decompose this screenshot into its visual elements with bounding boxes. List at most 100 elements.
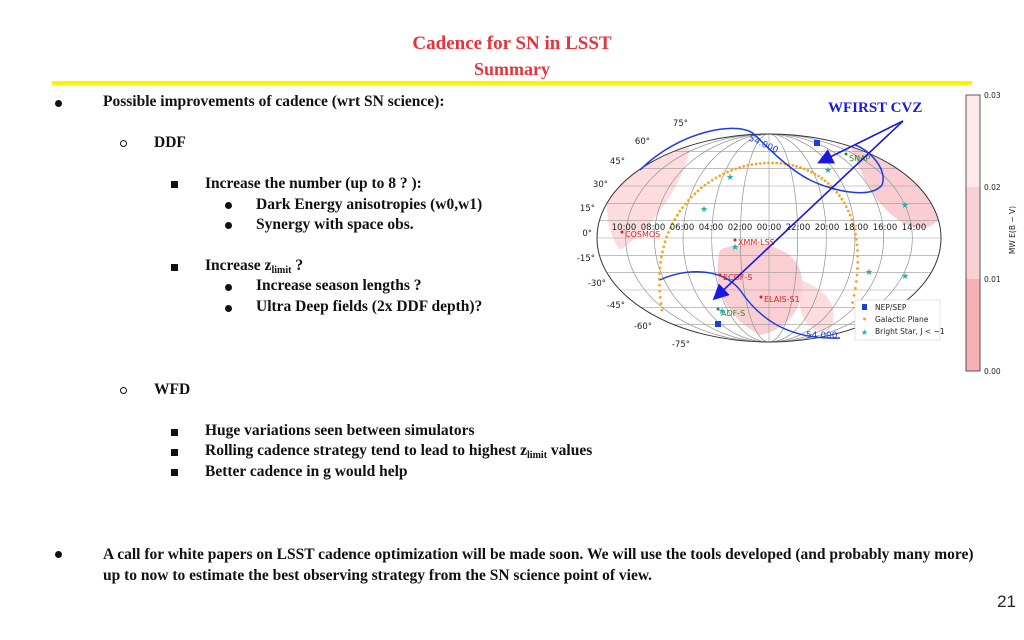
field-xmm-lss: XMM-LSS [738, 238, 775, 247]
galactic-plane-dot [855, 243, 859, 247]
galactic-plane-dot [779, 161, 783, 165]
map-legend: NEP/SEP Galactic Plane ★ Bright Star, J … [854, 299, 945, 341]
galactic-plane-dot [840, 197, 844, 201]
bullet-circle-icon [120, 387, 127, 394]
bullet-white-papers: A call for white papers on LSST cadence … [103, 546, 974, 584]
galactic-plane-dot [660, 308, 664, 312]
legend-nep-icon [862, 304, 867, 310]
galactic-plane-dot [659, 302, 663, 305]
bullet-square-icon [171, 429, 178, 436]
ra-label: 02:00 [728, 223, 753, 233]
ra-label: 06:00 [670, 223, 695, 233]
field-marker [718, 273, 722, 277]
galactic-plane-dot [742, 164, 746, 168]
bullet-ultra-deep: Ultra Deep fields (2x DDF depth)? [256, 298, 483, 315]
galactic-plane-dot [696, 189, 700, 193]
galactic-plane-dot [663, 240, 667, 244]
legend-bright-star: Bright Star, J < −1 [875, 327, 945, 336]
wfirst-cvz-annotation: WFIRST CVZ [828, 100, 923, 116]
bullet-disc-icon [225, 222, 232, 229]
legend-star-icon: ★ [861, 328, 868, 337]
field-marker [844, 152, 848, 156]
galactic-plane-dot [813, 172, 817, 176]
galactic-plane-dot [826, 182, 830, 185]
field-marker [620, 230, 624, 234]
galactic-plane-dot [854, 232, 857, 236]
colorbar-tick: 0.02 [984, 183, 1001, 192]
galactic-plane-dot [661, 250, 664, 254]
bullet-disc-icon [55, 100, 62, 107]
galactic-plane-dot [855, 273, 859, 277]
dec-label: 45° [610, 157, 625, 167]
galactic-plane-dot [844, 205, 848, 209]
galactic-plane-dot [662, 245, 666, 249]
bullet-huge-variations: Huge variations seen between simulators [205, 422, 475, 439]
galactic-plane-dot [799, 166, 802, 169]
slide-title: Cadence for SN in LSST [412, 33, 612, 54]
colorbar: 0.03 0.02 0.01 0.00 MW E(B − V) [965, 91, 1017, 376]
dec-label: -45° [607, 301, 625, 311]
galactic-plane-dot [750, 163, 754, 166]
bullet-synergy: Synergy with space obs. [256, 216, 414, 233]
bullet-ddf-number: Increase the number (up to 8 ? ): [205, 175, 422, 192]
legend-nep-sep: NEP/SEP [875, 303, 907, 312]
dec-label: -15° [577, 254, 595, 264]
dec-label: 0° [582, 229, 592, 239]
galactic-plane-dot [837, 194, 841, 198]
bright-star-icon: ★ [718, 307, 726, 317]
galactic-plane-dot [856, 254, 860, 258]
galactic-plane-dot [846, 209, 850, 213]
galactic-plane-dot [852, 293, 856, 297]
galactic-plane-dot [835, 190, 839, 194]
galactic-plane-dot [738, 166, 742, 169]
galactic-plane-dot [722, 172, 726, 176]
dec-label: 15° [580, 204, 595, 214]
bright-star-icon: ★ [901, 201, 909, 211]
galactic-plane-dot [700, 186, 703, 190]
colorbar-tick: 0.00 [984, 367, 1001, 376]
legend-galactic-icon [863, 317, 866, 321]
galactic-plane-dot [850, 218, 854, 222]
bullet-zlimit: Increase zlimit ? [205, 257, 303, 276]
zlimit-suffix: ? [291, 257, 304, 274]
contour-label-south: 54.000 [806, 331, 838, 341]
bullet-disc-icon [225, 284, 232, 291]
galactic-plane-dot [703, 183, 707, 187]
galactic-plane-dot [854, 238, 858, 241]
bright-star-icon: ★ [731, 243, 739, 253]
galactic-plane-dot [791, 163, 795, 167]
galactic-plane-dot [659, 260, 662, 264]
galactic-plane-dot [690, 195, 693, 199]
field-marker [733, 238, 737, 242]
bright-star-icon: ★ [824, 166, 832, 176]
page-number: 21 [997, 592, 1016, 611]
bullet-square-icon [171, 181, 178, 188]
dec-label: 75° [673, 119, 688, 129]
legend-galactic-plane: Galactic Plane [875, 315, 929, 324]
galactic-plane-dot [856, 267, 859, 270]
bright-star-icon: ★ [700, 205, 708, 215]
galactic-plane-dot [851, 301, 854, 304]
galactic-plane-dot [730, 168, 733, 172]
galactic-plane-dot [686, 198, 690, 202]
bullet-disc-icon [225, 305, 232, 312]
bullet-wfd: WFD [154, 381, 191, 398]
sky-map-figure: 54.000 54.000 75° 60° 45° 30° 15° 0° -15… [577, 91, 1017, 376]
galactic-plane-dot [795, 164, 799, 168]
bright-star-icon: ★ [901, 272, 909, 282]
bullet-disc-icon [225, 202, 232, 209]
galactic-plane-dot [820, 176, 824, 180]
galactic-plane-dot [817, 174, 820, 178]
rolling-subscript: limit [527, 450, 548, 461]
dec-label: 60° [635, 137, 650, 147]
galactic-plane-dot [734, 167, 737, 171]
galactic-plane-dot [660, 255, 663, 259]
galactic-plane-dot [767, 161, 770, 165]
bullet-square-icon [171, 264, 178, 271]
galactic-plane-dot [681, 206, 684, 209]
field-elais-s1: ELAIS-S1 [764, 295, 800, 304]
galactic-plane-dot [746, 163, 750, 167]
bullet-square-icon [171, 449, 178, 456]
bullet-improvements: Possible improvements of cadence (wrt SN… [103, 93, 445, 110]
colorbar-tick: 0.01 [984, 275, 1001, 284]
